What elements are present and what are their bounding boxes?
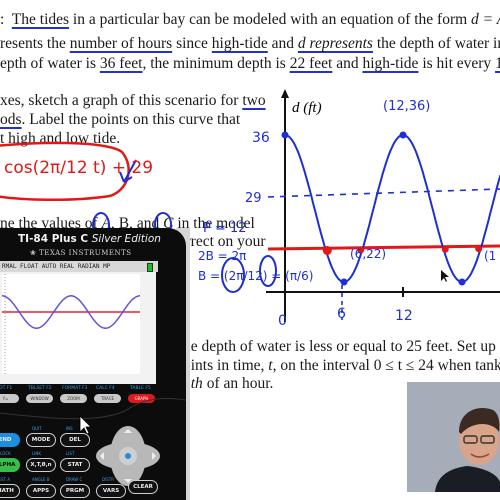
midline-dashed xyxy=(267,188,500,198)
key-mode[interactable]: MODE xyxy=(26,433,56,447)
y-axis-arrow-icon xyxy=(281,89,289,98)
presenter-video xyxy=(407,382,500,492)
calculator-plot-area xyxy=(2,274,140,374)
key-secondary-label: LIST xyxy=(66,451,75,456)
battery-icon xyxy=(147,263,153,272)
label-min-point-1: (6,22) xyxy=(350,247,386,261)
x-label-6: 6 xyxy=(337,306,346,322)
fkey-secondary-label: TABLE F5 xyxy=(130,386,151,391)
presenter-webcam xyxy=(407,382,500,492)
mouse-cursor-icon xyxy=(79,415,92,435)
key-secondary-label: DISTR xyxy=(102,477,115,482)
dpad-left-icon[interactable] xyxy=(100,452,104,460)
calculator-model-name: TI-84 Plus C Silver Edition xyxy=(18,233,161,245)
intersection-point-0 xyxy=(322,246,332,255)
key-secondary-label: A-LOCK xyxy=(0,451,11,456)
key-clear[interactable]: CLEAR xyxy=(128,480,158,494)
calculator-status-bar: RMAL FLOAT AUTO REAL RADIAN MP xyxy=(0,261,158,272)
key-zoom[interactable]: ZOOM xyxy=(60,394,87,403)
x-label-12: 12 xyxy=(395,308,413,324)
fkey-secondary-label: CALC F4 xyxy=(96,386,115,391)
intersection-point-2 xyxy=(441,245,449,253)
handwritten-period: P = 12 xyxy=(203,221,247,236)
handwritten-b-equation: B = (2π/12) = (π/6) xyxy=(198,269,313,283)
extreme-point-3 xyxy=(458,278,466,286)
key-secondary-label: QUIT xyxy=(32,426,42,431)
key-math[interactable]: MATH xyxy=(0,484,20,498)
fkey-secondary-label: FORMAT F3 xyxy=(62,386,88,391)
label-max-point: (12,36) xyxy=(383,99,430,114)
label-29: 29 xyxy=(245,191,262,206)
key-alpha[interactable]: ALPHA xyxy=(0,458,20,472)
key-secondary-label: TEST A xyxy=(0,477,10,482)
key-secondary-label: INS xyxy=(66,426,73,431)
extreme-point-0 xyxy=(281,131,289,139)
extreme-point-1 xyxy=(340,278,348,286)
dpad-up-icon[interactable] xyxy=(124,429,132,433)
tide-curve xyxy=(284,133,500,284)
key-vars[interactable]: VARS xyxy=(96,484,126,498)
handwritten-model-formula: cos(2π/12 t) + 29 xyxy=(4,158,153,178)
handwritten-2b-equation: 2B = 2π xyxy=(198,249,246,263)
key-graph[interactable]: GRAPH xyxy=(128,394,155,403)
label-min-point-2: (1 xyxy=(484,249,496,263)
key-window[interactable]: WINDOW xyxy=(26,394,53,403)
key-del[interactable]: DEL xyxy=(60,433,90,447)
key-prgm[interactable]: PRGM xyxy=(60,484,90,498)
key-xtn[interactable]: X,T,θ,n xyxy=(26,458,56,472)
y-axis-label: d (ft) xyxy=(292,100,322,116)
key-y[interactable]: Y= xyxy=(0,394,19,403)
fkey-secondary-label: PLOT F1 xyxy=(0,386,13,391)
key-2nd[interactable]: 2ND xyxy=(0,433,20,447)
key-secondary-label: DRAW C xyxy=(66,477,83,482)
calculator-screen xyxy=(0,272,156,384)
x-label-0: 0 xyxy=(278,313,287,329)
key-stat[interactable]: STAT xyxy=(60,458,90,472)
label-36: 36 xyxy=(252,130,270,146)
key-secondary-label: ANGLE B xyxy=(32,477,50,482)
fkey-secondary-label: TBLSET F2 xyxy=(28,386,52,391)
intersection-point-3 xyxy=(475,245,483,253)
ti84-calculator: TI-84 Plus C Silver Edition ❀ TEXAS INST… xyxy=(0,228,186,500)
dpad-right-icon[interactable] xyxy=(152,452,156,460)
key-apps[interactable]: APPS xyxy=(26,484,56,498)
key-trace[interactable]: TRACE xyxy=(94,394,121,403)
texas-instruments-logo: ❀ TEXAS INSTRUMENTS xyxy=(30,249,132,257)
key-secondary-label: LINK xyxy=(32,451,42,456)
extreme-point-2 xyxy=(399,131,407,139)
calculator-graph xyxy=(1,274,141,374)
